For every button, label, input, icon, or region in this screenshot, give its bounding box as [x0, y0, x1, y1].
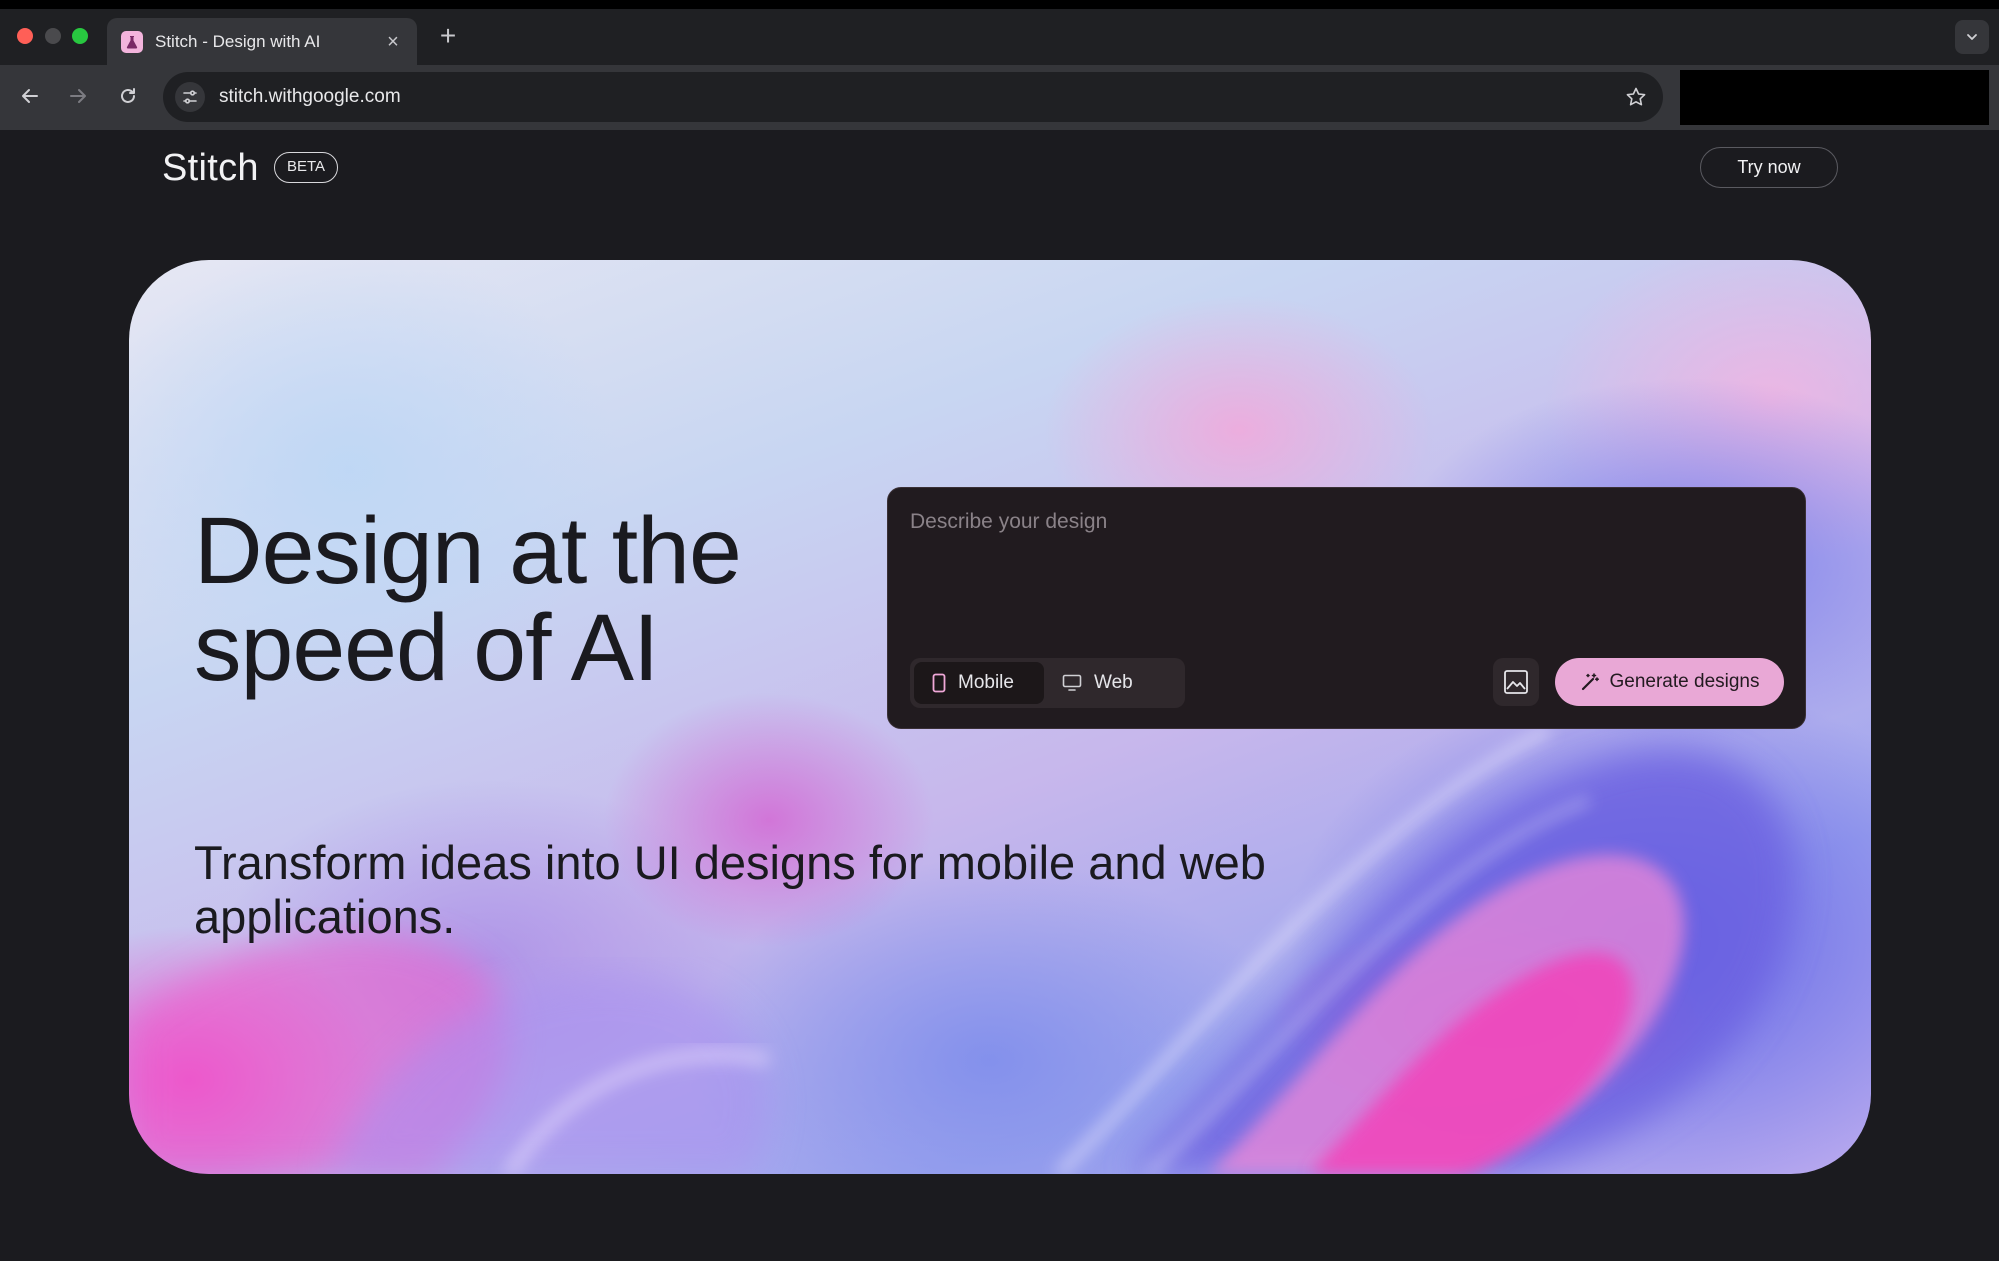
generate-designs-button[interactable]: Generate designs: [1555, 658, 1784, 706]
web-mode-button[interactable]: Web: [1044, 662, 1151, 704]
new-tab-button[interactable]: +: [436, 22, 460, 50]
address-bar[interactable]: stitch.withgoogle.com: [163, 72, 1663, 122]
bookmark-star-icon[interactable]: [1623, 84, 1649, 110]
generate-designs-label: Generate designs: [1609, 671, 1760, 692]
reload-icon: [121, 88, 135, 103]
stitch-logo[interactable]: Stitch: [162, 147, 259, 190]
mobile-mode-label: Mobile: [958, 672, 1014, 693]
tab-search-button[interactable]: [1955, 20, 1989, 54]
tab-title: Stitch - Design with AI: [155, 31, 321, 51]
browser-tab[interactable]: Stitch - Design with AI ×: [107, 18, 417, 65]
hero-subheadline: Transform ideas into UI designs for mobi…: [194, 836, 1266, 943]
chevron-down-icon: [1967, 34, 1977, 40]
phone-icon: [932, 673, 946, 693]
attach-image-button[interactable]: [1493, 658, 1539, 706]
beta-badge: BETA: [274, 152, 339, 183]
arrow-left-icon: [22, 89, 38, 103]
maximize-window-button[interactable]: [72, 28, 88, 44]
magic-wand-icon: [1580, 672, 1600, 692]
monitor-icon: [1062, 674, 1082, 692]
arrow-right-icon: [70, 89, 86, 103]
design-prompt-input[interactable]: [910, 510, 1780, 620]
platform-toggle: Mobile Web: [910, 658, 1185, 708]
reload-button[interactable]: [113, 81, 143, 111]
close-window-button[interactable]: [17, 28, 33, 44]
tab-close-icon[interactable]: ×: [383, 32, 403, 52]
mobile-mode-button[interactable]: Mobile: [914, 662, 1044, 704]
site-settings-icon[interactable]: [175, 82, 205, 112]
image-icon: [1504, 670, 1528, 694]
minimize-window-button[interactable]: [45, 28, 61, 44]
hero-headline: Design at the speed of AI: [194, 498, 742, 701]
try-now-button[interactable]: Try now: [1700, 147, 1838, 188]
window-top-strip: [0, 0, 1999, 9]
stitch-favicon-icon: [121, 30, 143, 53]
profile-area: [1680, 70, 1989, 125]
design-prompt-card: Mobile Web Generate designs: [887, 487, 1806, 729]
url-text: stitch.withgoogle.com: [219, 86, 401, 107]
forward-button[interactable]: [63, 81, 93, 111]
back-button[interactable]: [15, 81, 45, 111]
web-mode-label: Web: [1094, 672, 1133, 693]
